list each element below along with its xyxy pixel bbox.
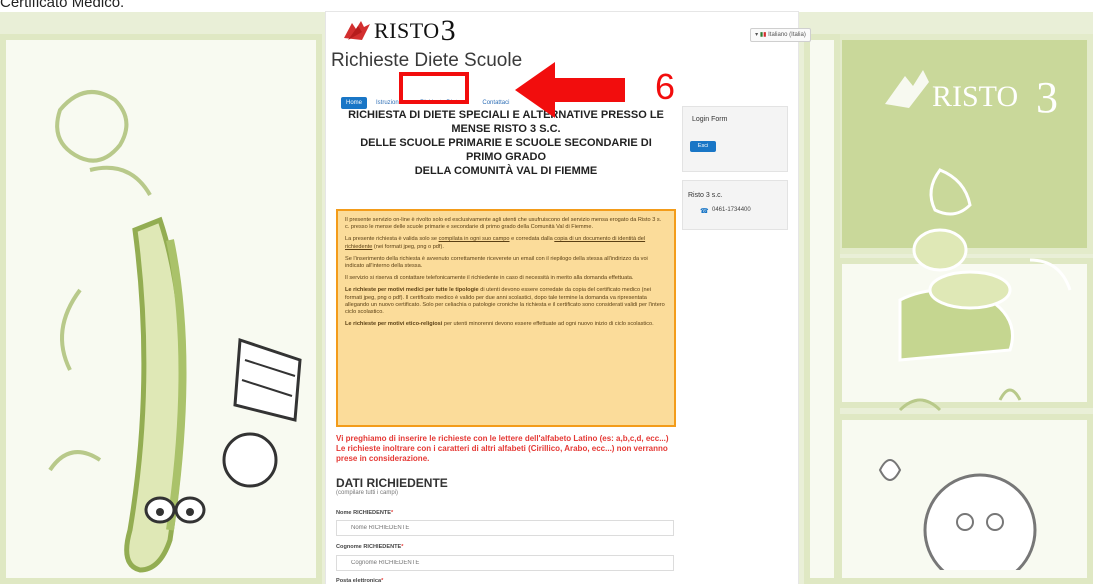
heading-line-3: DELLE SCUOLE PRIMARIE E SCUOLE SECONDARI…	[360, 137, 652, 149]
email-label: Posta elettronica*	[336, 578, 384, 584]
site-title: Richieste Diete Scuole	[331, 50, 523, 71]
bg-panel-center-right	[804, 34, 840, 584]
red-arrow-icon	[515, 62, 625, 118]
notice-paragraph-1: Il presente servizio on-line è rivolto s…	[345, 217, 662, 231]
caption-text: Certificato Medico.	[0, 0, 125, 11]
notice-paragraph-3: Se l'inserimento della richiesta è avven…	[345, 255, 648, 270]
notice-paragraph-2: La presente richiesta è valida solo se c…	[345, 236, 646, 250]
nome-richiedente-input[interactable]	[336, 520, 674, 536]
risto3-watermark-logo: RISTO 3	[885, 70, 1058, 122]
notice-paragraph-6: Le richieste per motivi etico-religiosi …	[345, 321, 654, 328]
cognome-label: Cognome RICHIEDENTE*	[336, 544, 404, 550]
company-panel	[682, 180, 788, 230]
section-subtitle: (compilare tutti i campi)	[336, 490, 399, 496]
svg-text:3: 3	[1036, 73, 1058, 122]
logo-brush-icon	[344, 21, 370, 40]
language-selector[interactable]: ▾ ▮▮ Italiano (Italia)	[750, 28, 811, 42]
heading-line-2: MENSE RISTO 3 S.C.	[451, 123, 561, 135]
svg-text:RISTO: RISTO	[932, 80, 1018, 113]
exit-button[interactable]: Esci	[690, 141, 716, 152]
info-notice-box: Il presente servizio on-line è rivolto s…	[336, 209, 676, 427]
page-heading: RICHIESTA DI DIETE SPECIALI E ALTERNATIV…	[336, 108, 676, 178]
lemons-illustration	[878, 168, 1072, 570]
language-label: Italiano (Italia)	[768, 32, 806, 38]
logo-text: RISTO	[374, 18, 440, 43]
bananas-illustration	[48, 90, 302, 573]
heading-line-4: PRIMO GRADO	[465, 151, 547, 163]
cognome-richiedente-input[interactable]	[336, 555, 674, 571]
nome-label: Nome RICHIEDENTE*	[336, 510, 394, 516]
section-title: DATI RICHIEDENTE	[336, 476, 448, 490]
logo-number: 3	[440, 14, 456, 47]
notice-paragraph-5: Le richieste per motivi medici per tutte…	[345, 287, 665, 316]
alphabet-warning: Vi preghiamo di inserire le richieste co…	[336, 434, 669, 463]
company-title: Risto 3 s.c.	[688, 192, 723, 199]
risto3-logo[interactable]: RISTO 3	[342, 14, 456, 47]
notice-paragraph-4: Il servizio si riserva di contattare tel…	[345, 275, 634, 282]
phone-icon: ☎	[700, 207, 709, 215]
highlight-box	[399, 72, 469, 104]
login-form-title: Login Form	[692, 116, 728, 123]
heading-line-1: RICHIESTA DI DIETE SPECIALI E ALTERNATIV…	[348, 109, 664, 121]
heading-line-5: DELLA COMUNITÀ VAL DI FIEMME	[414, 165, 598, 177]
step-number: 6	[655, 66, 676, 107]
company-phone: 0461-1734400	[712, 207, 751, 213]
